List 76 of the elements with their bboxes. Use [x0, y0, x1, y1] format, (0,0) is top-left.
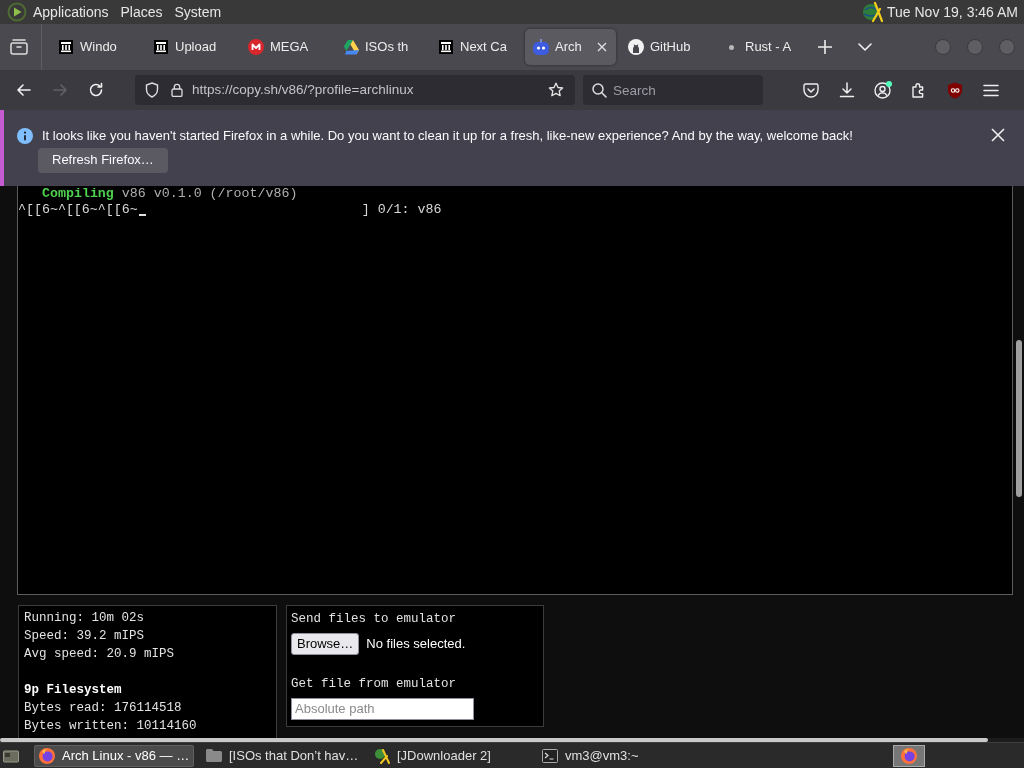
stat-line: Bytes read: 176114518: [24, 700, 182, 717]
path-input[interactable]: Absolute path: [291, 697, 474, 720]
lock-icon: [171, 83, 183, 97]
download-icon: [839, 82, 855, 98]
reload-icon: [88, 82, 104, 98]
shield-icon: [145, 82, 159, 98]
desktop-icon: [3, 748, 19, 763]
file-status: No files selected.: [366, 635, 466, 653]
section-heading: 9p Filesystem: [24, 682, 122, 699]
workspace-button[interactable]: [893, 744, 925, 767]
menu-icon: [983, 83, 999, 97]
building-icon: [154, 40, 168, 54]
menu-item[interactable]: System: [174, 1, 222, 23]
info-icon: [17, 127, 33, 144]
section-label: Get file from emulator: [291, 675, 457, 693]
menu-item[interactable]: Places: [120, 1, 163, 23]
plus-icon: [818, 40, 832, 54]
terminal-screen[interactable]: Compiling v86 v0.1.0 (/root/v86) ^[[6~^[[6~^[[6~ ] 0/1: v86: [17, 186, 1013, 595]
drawer-icon: [10, 39, 28, 55]
browser-logo-icon: [39, 747, 55, 764]
bookmark-button[interactable]: [547, 81, 565, 99]
browser-tab[interactable]: GitHub: [620, 29, 711, 65]
menu-item[interactable]: Applications: [33, 1, 109, 23]
browser-tab[interactable]: Rust - A: [715, 29, 806, 65]
address-bar[interactable]: https://copy.sh/v86/?profile=archlinux: [135, 75, 575, 105]
browser-logo-icon: [901, 747, 917, 764]
arrow-right-icon: [52, 82, 68, 98]
terminal-icon: [542, 748, 558, 763]
browser-tab[interactable]: ISOs th: [335, 29, 426, 65]
terminal-text: ^[[6~^[[6~^[[6~: [18, 202, 138, 218]
globe-icon: [861, 1, 883, 23]
taskbar-button[interactable]: vm3@vm3:~: [538, 744, 698, 767]
cursor-icon: [138, 214, 146, 216]
stat-line: Bytes written: 10114160: [24, 718, 197, 735]
notification-message: It looks like you haven't started Firefox in a while. Do you want to clean it up for a fresh, like-new experience? And by the way, welcome back!: [42, 127, 853, 145]
browser-tab[interactable]: Next Ca: [430, 29, 521, 65]
play-logo-icon: [7, 2, 27, 22]
search-field[interactable]: Search: [583, 75, 763, 105]
bolt-logo-icon: [374, 747, 390, 764]
chevron-shield-icon: [803, 82, 819, 98]
building-icon: [439, 40, 453, 54]
section-label: Send files to emulator: [291, 611, 457, 628]
robot-icon: [533, 39, 549, 55]
terminal-status-word: Compiling: [42, 186, 114, 202]
shield-logo-icon: [947, 81, 963, 99]
scrollbar-thumb[interactable]: [1015, 340, 1022, 497]
stat-line: Running: 10m 02s: [24, 610, 145, 627]
search-icon: [592, 83, 607, 98]
terminal-text: v86 v0.1.0 (/root/v86): [121, 186, 298, 202]
star-icon: [548, 82, 564, 98]
taskbar-button[interactable]: [ISOs that Don’t hav…: [202, 744, 362, 767]
building-icon: [59, 40, 73, 54]
dot-icon: [728, 44, 734, 50]
stat-line: Avg speed: 20.9 mIPS: [24, 646, 175, 663]
scrollbar-thumb[interactable]: [0, 738, 988, 742]
stat-line: Speed: 39.2 mIPS: [24, 628, 145, 645]
refresh-button[interactable]: Refresh Firefox…: [38, 147, 168, 173]
taskbar-button[interactable]: [JDownloader 2]: [370, 744, 530, 767]
browser-tab[interactable]: MEGA: [240, 29, 331, 65]
terminal-text: ] 0/1: v86: [361, 202, 442, 218]
round-logo-icon: [628, 39, 644, 55]
clock[interactable]: Tue Nov 19, 3:46 AM: [887, 1, 1018, 23]
browser-tab[interactable]: Arch: [525, 29, 616, 65]
browser-tab[interactable]: Upload: [145, 29, 236, 65]
account-icon: [874, 81, 892, 99]
browse-button[interactable]: Browse…: [291, 632, 360, 655]
arrow-left-icon: [16, 82, 32, 98]
close-icon: [597, 42, 607, 52]
chevron-down-icon: [858, 43, 872, 51]
url-text: https://copy.sh/v86/?profile=archlinux: [192, 80, 414, 99]
browser-tab[interactable]: Windo: [50, 29, 141, 65]
folder-icon: [206, 749, 222, 762]
triangle-logo-icon: [343, 39, 359, 55]
close-icon: [991, 128, 1005, 142]
disc-logo-icon: [248, 39, 264, 55]
taskbar-button[interactable]: Arch Linux - v86 — …: [34, 744, 194, 767]
